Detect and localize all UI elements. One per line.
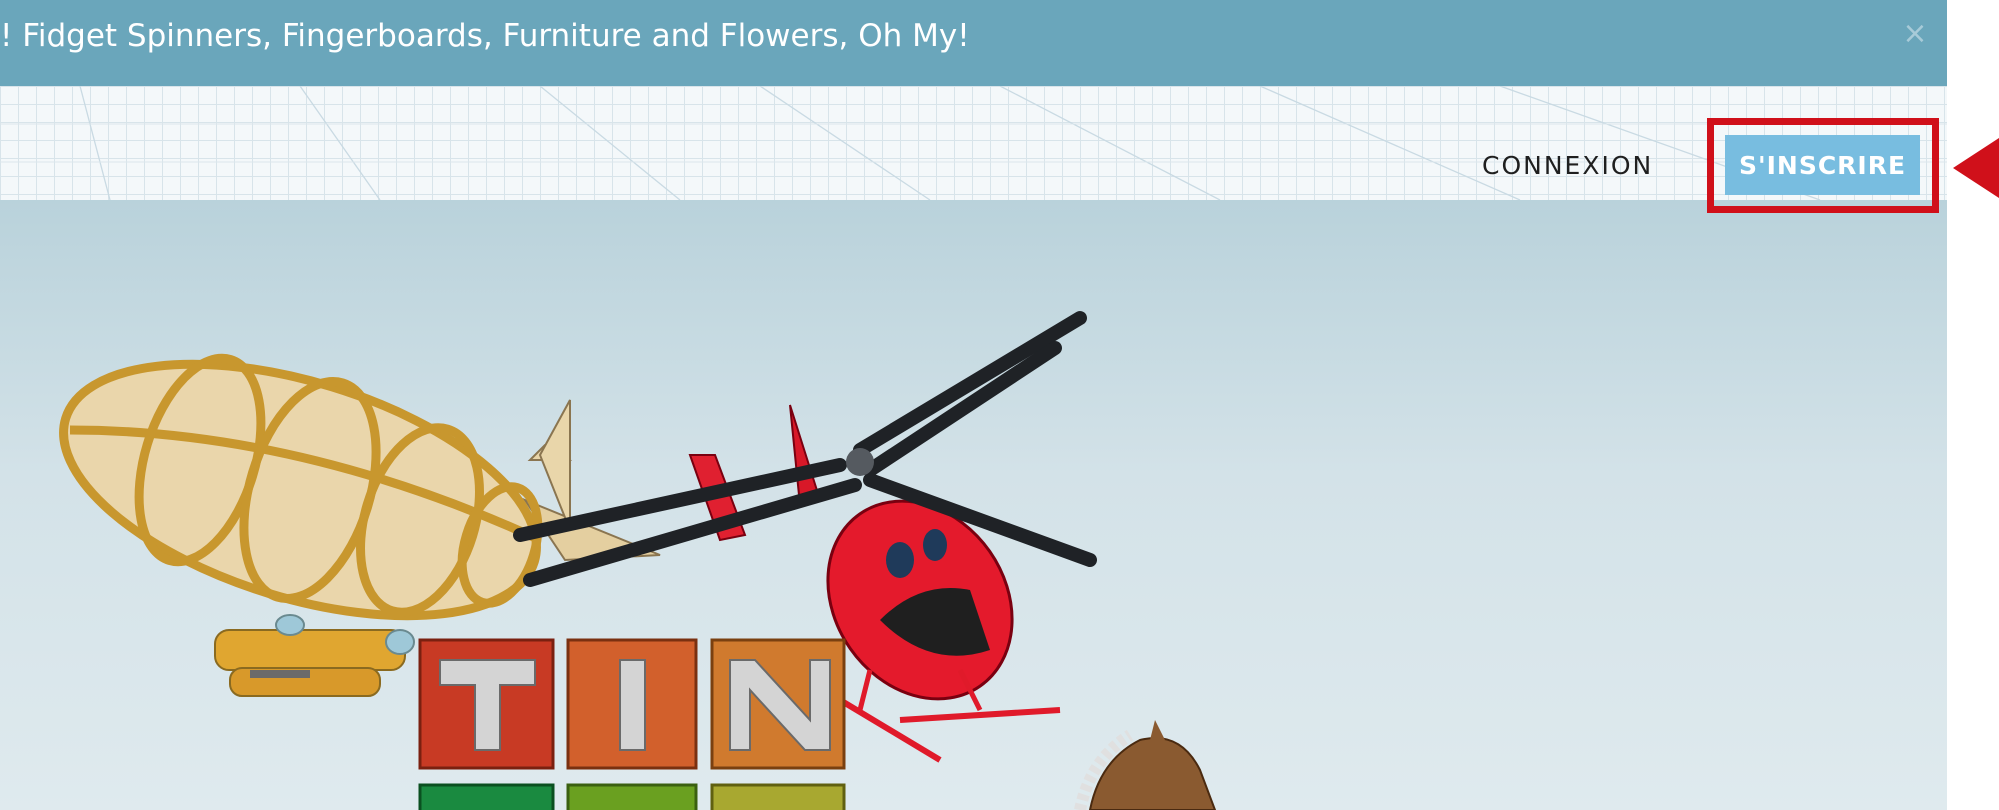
page: ! Fidget Spinners, Fingerboards, Furnitu… (0, 0, 1947, 810)
blimp-illustration (59, 353, 661, 697)
banner-message[interactable]: ! Fidget Spinners, Fingerboards, Furnitu… (0, 0, 970, 72)
rocking-horse-illustration (1074, 720, 1217, 810)
close-icon[interactable]: × (1895, 14, 1935, 54)
announcement-banner: ! Fidget Spinners, Fingerboards, Furnitu… (0, 0, 1947, 86)
letter-blocks (418, 638, 846, 810)
site-header: CONNEXION (0, 86, 1947, 202)
login-link[interactable]: CONNEXION (1482, 151, 1653, 181)
pointer-arrow-icon (1953, 138, 1999, 198)
signup-button[interactable]: S'INSCRIRE (1725, 135, 1920, 195)
hero-illustration (59, 311, 1217, 810)
hero-section (0, 200, 1947, 810)
grid-background (0, 86, 1947, 200)
